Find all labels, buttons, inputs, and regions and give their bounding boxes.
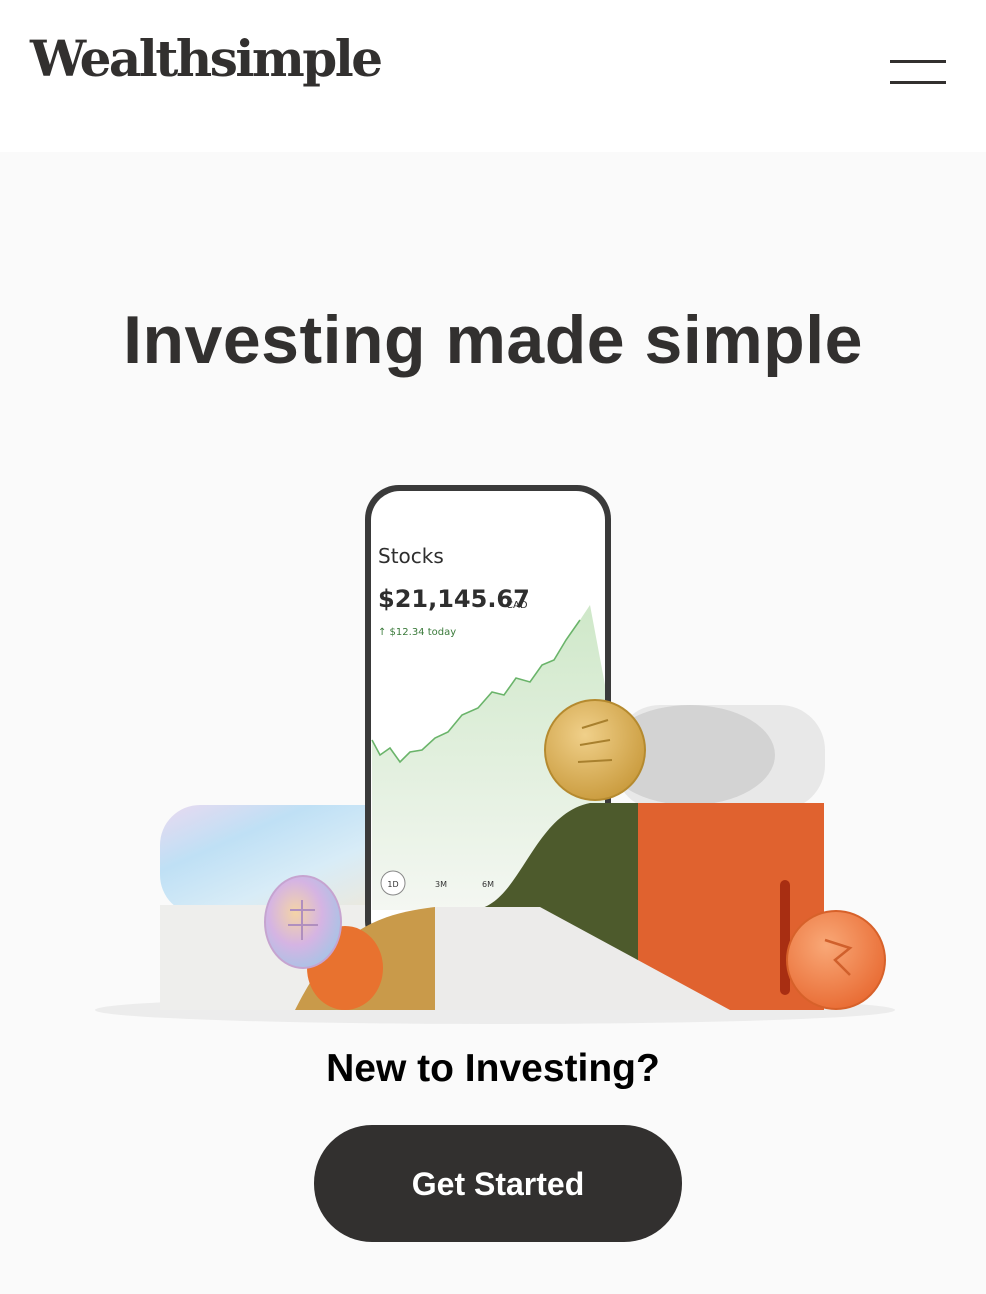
phone-change: ↑ $12.34 today [378,627,456,638]
new-to-investing-heading: New to Investing? [326,1047,660,1090]
hero-illustration: Stocks $21,145.67 CAD ↑ $12.34 today 1D … [90,470,910,1030]
hamburger-menu-icon[interactable] [884,50,952,94]
get-started-button[interactable]: Get Started [314,1125,682,1242]
gold-coin [544,699,646,801]
hero-illustration-svg: Stocks $21,145.67 CAD ↑ $12.34 today 1D … [95,485,895,1024]
range-6m-label: 6M [482,880,494,889]
range-1d-label: 1D [387,880,398,889]
phone-currency: CAD [506,600,528,611]
orange-block-slot [780,880,790,995]
menu-line-bottom [890,81,946,84]
site-header: Wealthsimple [0,0,986,152]
range-3m-label: 3M [435,880,447,889]
phone-title: Stocks [378,544,444,568]
wealthsimple-logo[interactable]: Wealthsimple [30,34,383,84]
menu-line-top [890,60,946,63]
hero-title: Investing made simple [123,301,863,378]
